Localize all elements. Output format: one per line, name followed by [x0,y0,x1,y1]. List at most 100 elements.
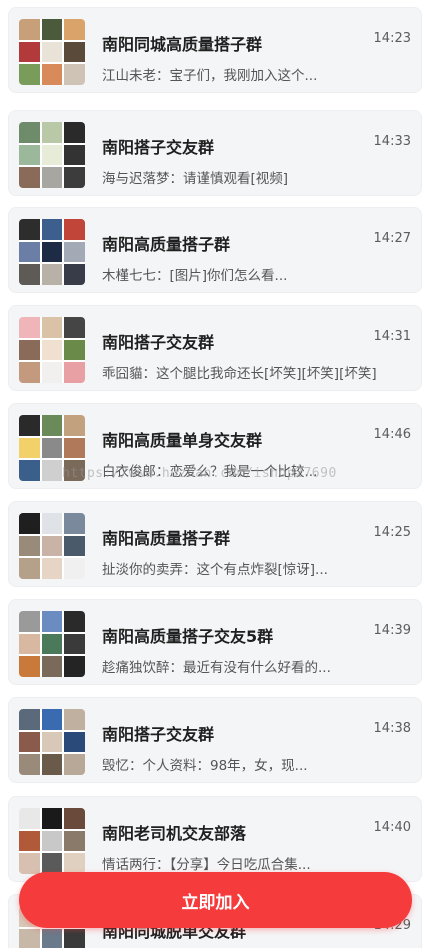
member-photo [64,709,85,730]
member-photo [19,558,40,579]
member-photo [41,808,63,829]
member-photo [41,437,63,459]
member-photo [41,460,63,481]
member-photo [64,513,85,534]
member-photo [41,513,63,534]
group-card[interactable]: 南阳高质量单身交友群 14:46 白衣俊郎：恋爱么？我是一个比较... [8,403,422,489]
group-card[interactable]: 南阳搭子交友群 14:31 乖囧貓：这个腿比我命还长[坏笑][坏笑][坏笑] [8,305,422,391]
member-photo [41,167,63,188]
group-time: 14:46 [373,427,411,442]
member-photo [64,339,85,361]
member-photo [64,64,85,85]
member-photo [64,41,85,63]
member-photo [64,19,85,40]
group-name: 南阳高质量搭子群 [102,529,231,548]
group-time: 14:40 [373,820,411,835]
group-card[interactable]: 南阳高质量搭子群 14:27 木槿七七：[图片]你们怎么看... [8,207,422,293]
member-photo [19,317,40,338]
member-photo [41,19,63,40]
member-photo [41,611,63,632]
member-photo [19,437,40,459]
member-photo [41,415,63,436]
member-photo [64,928,85,948]
member-photo [64,415,85,436]
group-avatar [19,122,85,188]
member-photo [64,122,85,143]
member-photo [64,633,85,655]
group-avatar [19,808,85,874]
member-photo [41,709,63,730]
member-photo [41,317,63,338]
member-photo [19,241,40,263]
group-last-message: 情话两行：【分享】今日吃瓜合集... [102,857,311,873]
member-photo [19,830,40,852]
group-card[interactable]: 南阳同城高质量搭子群 14:23 江山未老：宝子们，我刚加入这个... [8,7,422,93]
member-photo [41,122,63,143]
member-photo [41,656,63,677]
member-photo [19,853,40,874]
member-photo [19,709,40,730]
member-photo [64,167,85,188]
group-name: 南阳老司机交友部落 [102,824,247,843]
member-photo [64,241,85,263]
member-photo [19,754,40,775]
group-time: 14:33 [373,134,411,149]
group-list: 南阳同城高质量搭子群 14:23 江山未老：宝子们，我刚加入这个... 南阳搭子… [0,0,432,948]
group-time: 14:31 [373,329,411,344]
member-photo [41,264,63,285]
member-photo [41,853,63,874]
member-photo [19,144,40,166]
group-card[interactable]: 南阳搭子交友群 14:33 海与迟落梦：请谨慎观看[视频] [8,110,422,196]
member-photo [64,808,85,829]
member-photo [19,611,40,632]
member-photo [19,167,40,188]
member-photo [19,339,40,361]
member-photo [64,460,85,481]
group-name: 南阳搭子交友群 [102,333,215,352]
member-photo [64,219,85,240]
group-last-message: 乖囧貓：这个腿比我命还长[坏笑][坏笑][坏笑] [102,366,377,382]
member-photo [19,64,40,85]
group-time: 14:23 [373,31,411,46]
group-time: 14:38 [373,721,411,736]
group-last-message: 木槿七七：[图片]你们怎么看... [102,268,288,284]
member-photo [64,731,85,753]
member-photo [19,731,40,753]
member-photo [64,317,85,338]
group-time: 14:27 [373,231,411,246]
member-photo [19,460,40,481]
member-photo [41,144,63,166]
group-card[interactable]: 南阳高质量搭子群 14:25 扯淡你的卖弄：这个有点炸裂[惊讶]... [8,501,422,587]
group-last-message: 毁忆：个人资料：98年，女，现... [102,758,308,774]
group-card[interactable]: 南阳搭子交友群 14:38 毁忆：个人资料：98年，女，现... [8,697,422,783]
member-photo [64,830,85,852]
member-photo [19,362,40,383]
join-now-button[interactable]: 立即加入 [19,872,412,928]
member-photo [41,219,63,240]
group-name: 南阳搭子交友群 [102,138,215,157]
member-photo [41,633,63,655]
group-card[interactable]: 南阳老司机交友部落 14:40 情话两行：【分享】今日吃瓜合集... [8,796,422,882]
member-photo [19,928,40,948]
group-avatar [19,513,85,579]
group-name: 南阳高质量搭子群 [102,235,231,254]
member-photo [64,264,85,285]
group-last-message: 趁痛独饮醉：最近有没有什么好看的... [102,660,331,676]
group-avatar [19,709,85,775]
member-photo [19,633,40,655]
group-time: 14:25 [373,525,411,540]
member-photo [19,122,40,143]
group-card[interactable]: 南阳高质量搭子交友5群 14:39 趁痛独饮醉：最近有没有什么好看的... [8,599,422,685]
member-photo [64,656,85,677]
member-photo [64,362,85,383]
group-avatar [19,219,85,285]
group-last-message: 扯淡你的卖弄：这个有点炸裂[惊讶]... [102,562,328,578]
member-photo [19,415,40,436]
member-photo [19,808,40,829]
group-avatar [19,19,85,85]
member-photo [19,656,40,677]
member-photo [64,535,85,557]
member-photo [19,19,40,40]
group-avatar [19,415,85,481]
member-photo [41,535,63,557]
